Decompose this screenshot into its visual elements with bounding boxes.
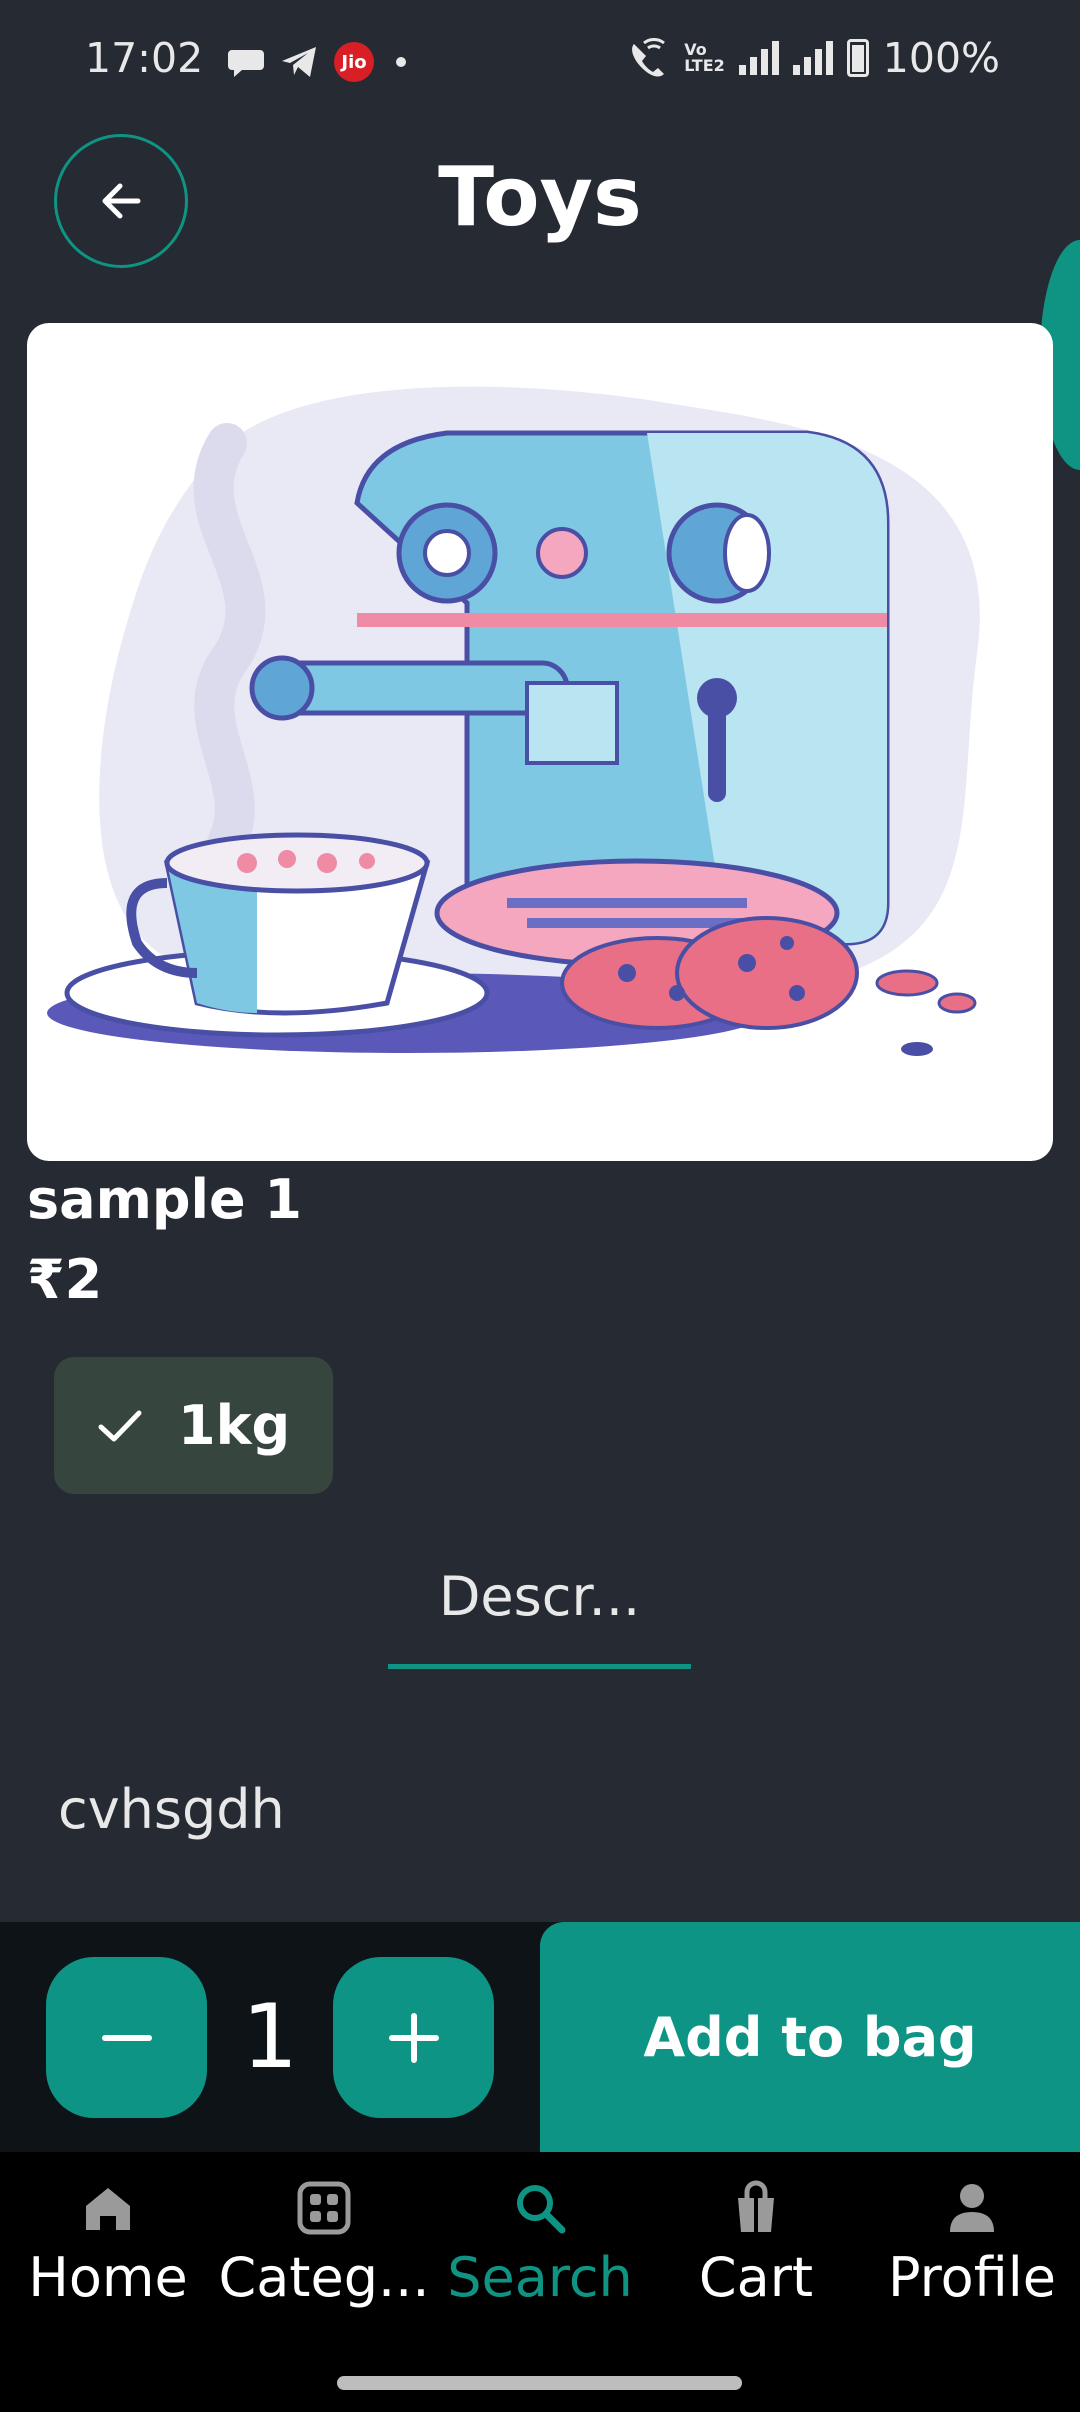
quantity-value: 1 xyxy=(242,1985,298,2088)
nav-item-profile[interactable]: Profile xyxy=(864,2180,1080,2309)
nav-label-cart: Cart xyxy=(698,2246,814,2309)
telegram-icon xyxy=(282,47,316,77)
increase-quantity-button[interactable] xyxy=(333,1957,494,2118)
signal-icon-2 xyxy=(792,41,833,75)
chat-icon xyxy=(228,50,264,77)
nav-item-search[interactable]: Search xyxy=(432,2180,648,2309)
system-status-icons: Vo LTE2 100% xyxy=(626,34,1000,82)
product-price: ₹2 xyxy=(27,1248,103,1311)
product-description: cvhsgdh xyxy=(58,1778,285,1841)
nav-label-search: Search xyxy=(447,2246,633,2309)
add-to-bag-button[interactable]: Add to bag xyxy=(540,1922,1080,2152)
product-name: sample 1 xyxy=(27,1168,303,1231)
wifi-calling-icon xyxy=(632,38,666,77)
variant-chip-1kg[interactable]: 1kg xyxy=(54,1357,333,1494)
coffee-machine-illustration xyxy=(47,386,980,1056)
signal-icon-1 xyxy=(738,41,779,75)
battery-percent: 100% xyxy=(882,34,1000,82)
status-bar: 17:02 Jio Vo LTE2 100% xyxy=(0,0,1080,120)
notification-icons: Jio xyxy=(228,40,406,84)
home-indicator[interactable] xyxy=(337,2376,742,2390)
bag-icon xyxy=(738,2180,774,2232)
search-icon xyxy=(517,2185,566,2234)
nav-item-categories[interactable]: Categ... xyxy=(216,2180,432,2309)
home-icon xyxy=(86,2188,130,2230)
more-notifications-dot xyxy=(396,57,406,67)
person-icon xyxy=(950,2184,994,2232)
decrease-quantity-button[interactable] xyxy=(46,1957,207,2118)
nav-item-home[interactable]: Home xyxy=(0,2180,216,2309)
volte-icon: Vo LTE2 xyxy=(684,40,725,75)
jio-icon: Jio xyxy=(334,42,374,82)
page-title: Toys xyxy=(438,150,642,245)
variant-label: 1kg xyxy=(178,1394,291,1457)
tab-indicator xyxy=(388,1664,691,1669)
product-image[interactable] xyxy=(27,323,1053,1161)
battery-icon xyxy=(846,39,869,77)
status-time: 17:02 xyxy=(85,34,204,82)
check-icon xyxy=(98,1410,142,1441)
nav-item-cart[interactable]: Cart xyxy=(648,2180,864,2309)
minus-icon xyxy=(101,2034,152,2041)
nav-label-profile: Profile xyxy=(888,2246,1056,2309)
tab-description[interactable]: Descr... xyxy=(388,1565,691,1628)
plus-icon xyxy=(388,2012,439,2063)
nav-label-categories: Categ... xyxy=(218,2246,430,2309)
nav-label-home: Home xyxy=(28,2246,188,2309)
grid-icon xyxy=(297,2181,351,2235)
